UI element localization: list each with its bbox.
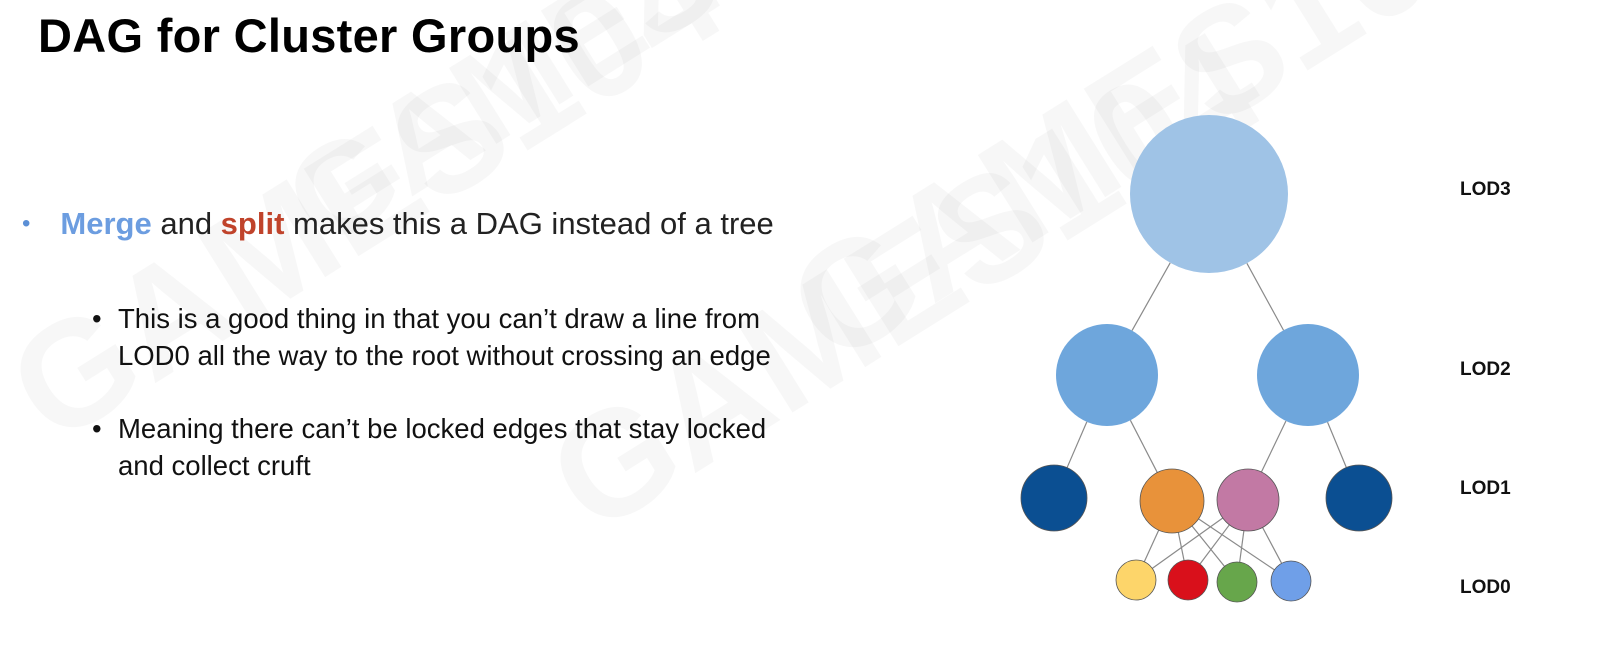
node-lod1-pink [1216,468,1280,532]
edge-lod3-root-to-lod2-left [1131,262,1171,331]
node-lod0-green [1216,561,1258,603]
node-lod1-outer-left [1020,464,1088,532]
node-lod3-root [1130,115,1288,273]
node-lod1-outer-right [1325,464,1393,532]
edge-lod2-left-to-lod1-outer-left [1066,421,1088,468]
node-lod0-blue [1270,560,1312,602]
label-lod3: LOD3 [1460,179,1511,200]
label-lod2: LOD2 [1460,359,1511,380]
label-lod0: LOD0 [1460,577,1511,598]
edge-lod3-root-to-lod2-right [1246,263,1285,331]
label-lod1: LOD1 [1460,478,1511,499]
edge-lod1-orange-to-lod0-yellow [1143,529,1160,563]
node-lod0-yellow [1115,559,1157,601]
edge-lod1-orange-to-lod0-green [1191,525,1225,567]
node-lod0-red [1167,559,1209,601]
dag-diagram: LOD3 LOD2 LOD1 LOD0 [1020,115,1511,603]
edge-lod1-pink-to-lod0-blue [1262,527,1283,564]
node-lod2-left [1056,324,1158,426]
node-lod2-right [1257,324,1359,426]
edge-lod2-right-to-lod1-pink [1260,420,1287,473]
lod-labels: LOD3 LOD2 LOD1 LOD0 [1460,179,1511,598]
edge-lod2-right-to-lod1-outer-right [1326,421,1347,468]
node-lod1-orange [1139,468,1205,534]
edge-lod2-left-to-lod1-orange [1129,420,1158,473]
